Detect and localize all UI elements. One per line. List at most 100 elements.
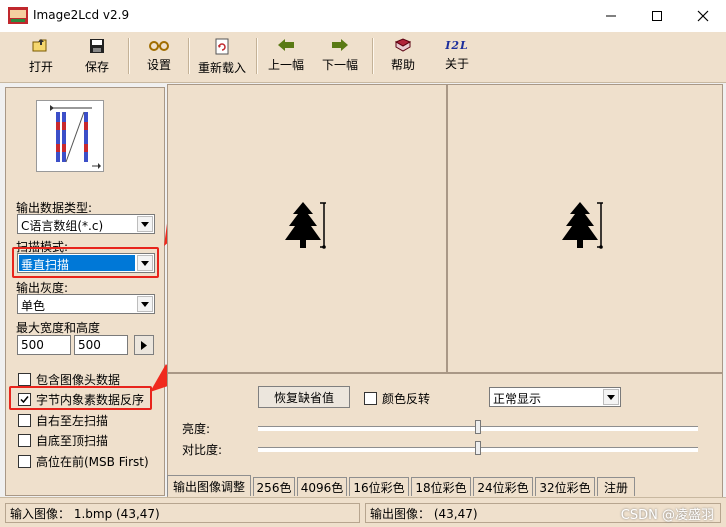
invert-color-checkbox[interactable]: 颜色反转 — [364, 390, 430, 406]
maximize-button[interactable] — [634, 0, 680, 32]
scan-mode-preview-icon — [36, 100, 104, 172]
app-window: Image2Lcd v2.9 打开 保存 设置 重新载入 上一幅 下一幅 帮助 … — [0, 0, 726, 527]
input-image-status: 输入图像： 1.bmp (43,47) — [5, 503, 360, 523]
toolbar: 打开 保存 设置 重新载入 上一幅 下一幅 帮助 I2L 关于 — [0, 32, 726, 83]
tree-image-icon — [285, 202, 326, 249]
csdn-watermark: CSDN @凌盛羽 — [620, 508, 714, 523]
window-title: Image2Lcd v2.9 — [33, 8, 130, 22]
right-to-left-checkbox[interactable]: 自右至左扫描 — [18, 412, 108, 428]
arrow-left-icon — [278, 39, 294, 51]
tab-24bit-color[interactable]: 24位彩色 — [473, 477, 533, 496]
settings-panel: 输出数据类型: C语言数组(*.c) 扫描模式: 垂直扫描 输出灰度: 单色 最… — [5, 87, 165, 496]
minimize-icon — [606, 15, 616, 17]
toolbar-separator — [128, 38, 130, 74]
checkbox-box — [18, 372, 31, 386]
tree-image-icon — [562, 202, 603, 249]
settings-label: 设置 — [146, 58, 171, 72]
maximize-icon — [652, 11, 662, 21]
brightness-label: 亮度: — [182, 422, 211, 436]
about-label: 关于 — [444, 57, 469, 71]
right-to-left-label: 自右至左扫描 — [36, 413, 109, 428]
contrast-label: 对比度: — [182, 443, 223, 457]
previous-image-button[interactable]: 上一幅 — [266, 34, 306, 78]
title-bar: Image2Lcd v2.9 — [0, 0, 726, 32]
max-size-label: 最大宽度和高度 — [16, 321, 101, 335]
tab-label: 24位彩色 — [477, 480, 529, 495]
help-book-icon — [394, 38, 412, 52]
output-type-select[interactable]: C语言数组(*.c) — [17, 214, 155, 234]
tab-256-color[interactable]: 256色 — [253, 477, 295, 496]
next-label: 下一幅 — [321, 58, 358, 72]
brightness-slider-thumb[interactable] — [475, 420, 481, 434]
tab-label: 32位彩色 — [539, 480, 591, 495]
chevron-down-icon — [603, 389, 619, 405]
help-button[interactable]: 帮助 — [384, 34, 422, 78]
tab-label: 16位彩色 — [353, 480, 405, 495]
settings-button[interactable]: 设置 — [140, 34, 178, 78]
chevron-down-icon — [137, 296, 153, 312]
save-button[interactable]: 保存 — [78, 34, 116, 78]
about-button[interactable]: I2L 关于 — [438, 34, 476, 78]
next-image-button[interactable]: 下一幅 — [320, 34, 360, 78]
include-header-checkbox[interactable]: 包含图像头数据 — [18, 371, 120, 387]
reload-label: 重新载入 — [197, 61, 246, 75]
msb-first-label: 高位在前(MSB First) — [36, 454, 149, 469]
checkbox-box — [18, 454, 31, 468]
tab-4096-color[interactable]: 4096色 — [297, 477, 347, 496]
tab-label: 256色 — [256, 480, 292, 495]
tab-16bit-color[interactable]: 16位彩色 — [349, 477, 409, 496]
tab-output-adjust[interactable]: 输出图像调整 — [167, 475, 251, 496]
arrow-right-icon — [332, 39, 348, 51]
display-mode-value: 正常显示 — [493, 392, 542, 406]
close-icon — [697, 10, 709, 22]
gray-level-select[interactable]: 单色 — [17, 294, 155, 314]
max-width-input[interactable]: 500 — [17, 335, 71, 355]
contrast-slider-thumb[interactable] — [475, 441, 481, 455]
reload-button[interactable]: 重新载入 — [195, 34, 249, 78]
bottom-to-top-checkbox[interactable]: 自底至顶扫描 — [18, 432, 108, 448]
tab-label: 输出图像调整 — [172, 479, 245, 494]
glasses-icon — [149, 41, 169, 51]
toolbar-separator — [372, 38, 374, 74]
max-height-value: 500 — [78, 338, 101, 352]
bottom-to-top-label: 自底至顶扫描 — [36, 433, 109, 448]
previous-label: 上一幅 — [267, 58, 304, 72]
help-label: 帮助 — [390, 58, 415, 72]
tab-32bit-color[interactable]: 32位彩色 — [535, 477, 595, 496]
msb-first-checkbox[interactable]: 高位在前(MSB First) — [18, 453, 149, 469]
open-label: 打开 — [28, 60, 53, 74]
toolbar-separator — [188, 38, 190, 74]
reload-document-icon — [215, 38, 229, 55]
open-button[interactable]: 打开 — [22, 34, 60, 78]
about-logo-icon: I2L — [445, 39, 469, 52]
checkbox-box — [364, 391, 377, 405]
gray-level-value: 单色 — [21, 299, 46, 313]
app-icon — [8, 7, 28, 24]
restore-default-button[interactable]: 恢复缺省值 — [258, 386, 350, 408]
max-height-input[interactable]: 500 — [74, 335, 128, 355]
status-bar: 输入图像： 1.bmp (43,47) 输出图像： (43,47) CSDN @… — [0, 497, 726, 527]
tab-18bit-color[interactable]: 18位彩色 — [411, 477, 471, 496]
restore-default-label: 恢复缺省值 — [273, 390, 334, 405]
save-label: 保存 — [84, 60, 109, 74]
input-image-preview — [167, 84, 447, 373]
display-mode-select[interactable]: 正常显示 — [489, 387, 621, 407]
output-image-preview — [447, 84, 723, 373]
scan-mode-highlight-frame — [12, 247, 159, 278]
checkbox-box — [18, 413, 31, 427]
tab-register[interactable]: 注册 — [597, 477, 635, 496]
max-width-value: 500 — [21, 338, 44, 352]
include-header-label: 包含图像头数据 — [36, 372, 121, 387]
tab-label: 4096色 — [300, 480, 344, 495]
tab-label: 18位彩色 — [415, 480, 467, 495]
invert-color-label: 颜色反转 — [382, 391, 431, 406]
open-folder-icon — [32, 39, 47, 52]
output-type-value: C语言数组(*.c) — [21, 219, 104, 233]
save-disk-icon — [90, 39, 104, 53]
minimize-button[interactable] — [588, 0, 634, 32]
toolbar-separator — [256, 38, 258, 74]
checkbox-box — [18, 433, 31, 447]
tab-label: 注册 — [603, 480, 628, 495]
close-button[interactable] — [680, 0, 726, 32]
reverse-order-highlight-frame — [9, 386, 152, 410]
